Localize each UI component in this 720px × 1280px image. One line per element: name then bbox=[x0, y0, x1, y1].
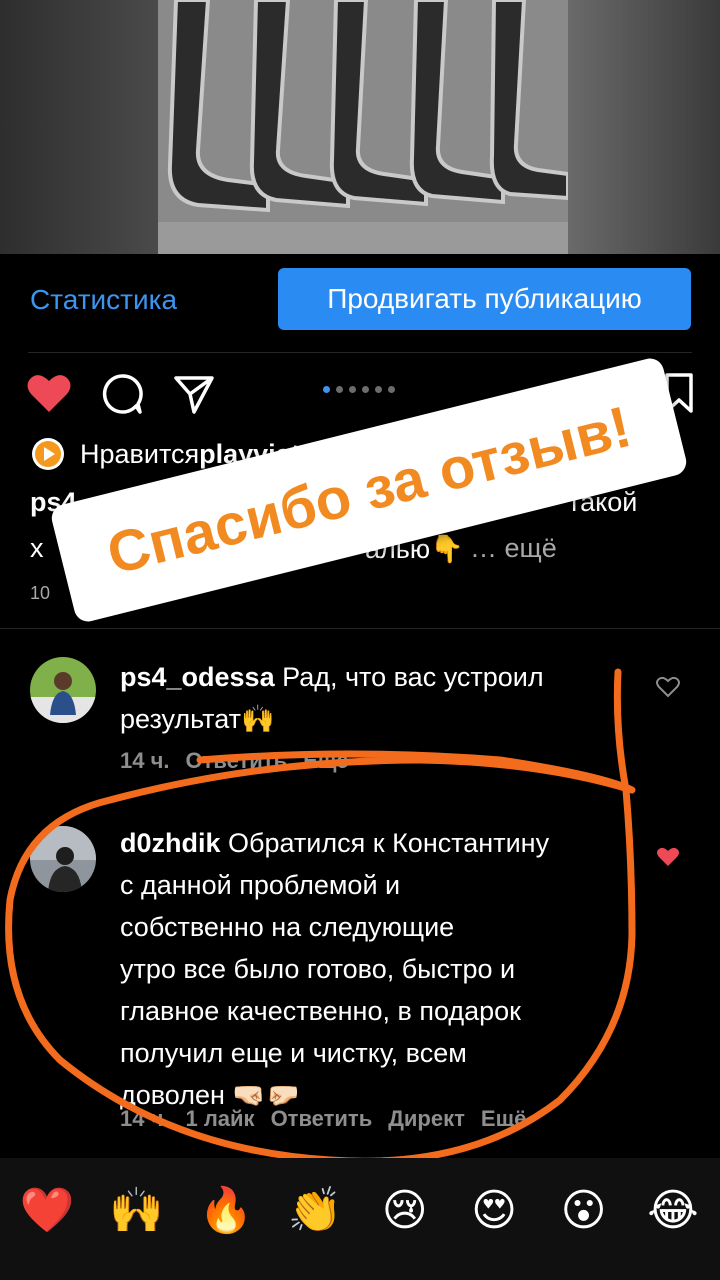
divider bbox=[28, 352, 692, 353]
post-photo bbox=[0, 0, 720, 254]
reaction-fire-emoji[interactable]: 🔥 bbox=[193, 1178, 259, 1244]
reaction-raised-hands-emoji[interactable]: 🙌 bbox=[103, 1178, 169, 1244]
comment-username[interactable]: d0zhdik bbox=[120, 828, 221, 858]
share-icon[interactable] bbox=[172, 372, 216, 416]
comment-reply-button[interactable]: Ответить bbox=[271, 1106, 373, 1132]
reaction-surprised-emoji[interactable]: 😮 bbox=[551, 1178, 617, 1244]
comment-meta: 14 ч. Ответить Ещё bbox=[120, 748, 349, 774]
comment-more-button[interactable]: Ещё bbox=[481, 1106, 526, 1132]
comment-username[interactable]: ps4_odessa bbox=[120, 662, 275, 692]
reaction-laugh-emoji[interactable]: 😂 bbox=[640, 1178, 706, 1244]
comment-time: 14 ч. bbox=[120, 1106, 170, 1131]
divider bbox=[0, 628, 720, 629]
comment-time: 14 ч. bbox=[120, 748, 170, 773]
comment-liked-heart-icon[interactable] bbox=[656, 846, 680, 868]
reaction-clap-emoji[interactable]: 👏 bbox=[282, 1178, 348, 1244]
emoji-reactions: ❤️ 🙌 🔥 👏 😢 😍 😮 😂 bbox=[14, 1178, 706, 1244]
reaction-bar: ❤️ 🙌 🔥 👏 😢 😍 😮 😂 bbox=[0, 1158, 720, 1280]
liked-by-prefix: Нравится bbox=[80, 438, 200, 469]
comment-more-button[interactable]: Ещё bbox=[303, 748, 348, 774]
comment-direct-button[interactable]: Директ bbox=[388, 1106, 465, 1132]
reel-play-icon bbox=[32, 438, 64, 470]
comment-icon[interactable] bbox=[100, 372, 144, 416]
photo-blur-left bbox=[0, 0, 158, 254]
avatar[interactable] bbox=[30, 657, 96, 723]
caption-more-link[interactable]: … ещё bbox=[470, 533, 557, 564]
comment-reply-button[interactable]: Ответить bbox=[185, 748, 287, 774]
promote-button[interactable]: Продвигать публикацию bbox=[278, 268, 691, 330]
comment-text: ps4_odessa Рад, что вас устроил результа… bbox=[120, 662, 544, 734]
post-date: 10 bbox=[30, 583, 51, 603]
reaction-cry-emoji[interactable]: 😢 bbox=[372, 1178, 438, 1244]
statistics-link[interactable]: Статистика bbox=[30, 284, 177, 316]
comment-text: d0zhdik Обратился к Константину с данной… bbox=[120, 828, 550, 1110]
photo-blur-right bbox=[568, 0, 720, 254]
comment-meta: 14 ч. 1 лайк Ответить Директ Ещё bbox=[120, 1106, 526, 1132]
thanks-sticker: Спасибо за отзыв! bbox=[48, 355, 690, 625]
caption-text-start: х bbox=[30, 533, 44, 563]
carousel-dots bbox=[323, 386, 395, 393]
avatar[interactable] bbox=[30, 826, 96, 892]
reaction-heart-eyes-emoji[interactable]: 😍 bbox=[461, 1178, 527, 1244]
comment-likes-count[interactable]: 1 лайк bbox=[185, 1106, 254, 1132]
heart-icon[interactable] bbox=[26, 372, 72, 414]
reaction-heart-emoji[interactable]: ❤️ bbox=[14, 1178, 80, 1244]
comment-like-heart-icon[interactable] bbox=[656, 676, 680, 698]
photo-center bbox=[158, 0, 570, 254]
